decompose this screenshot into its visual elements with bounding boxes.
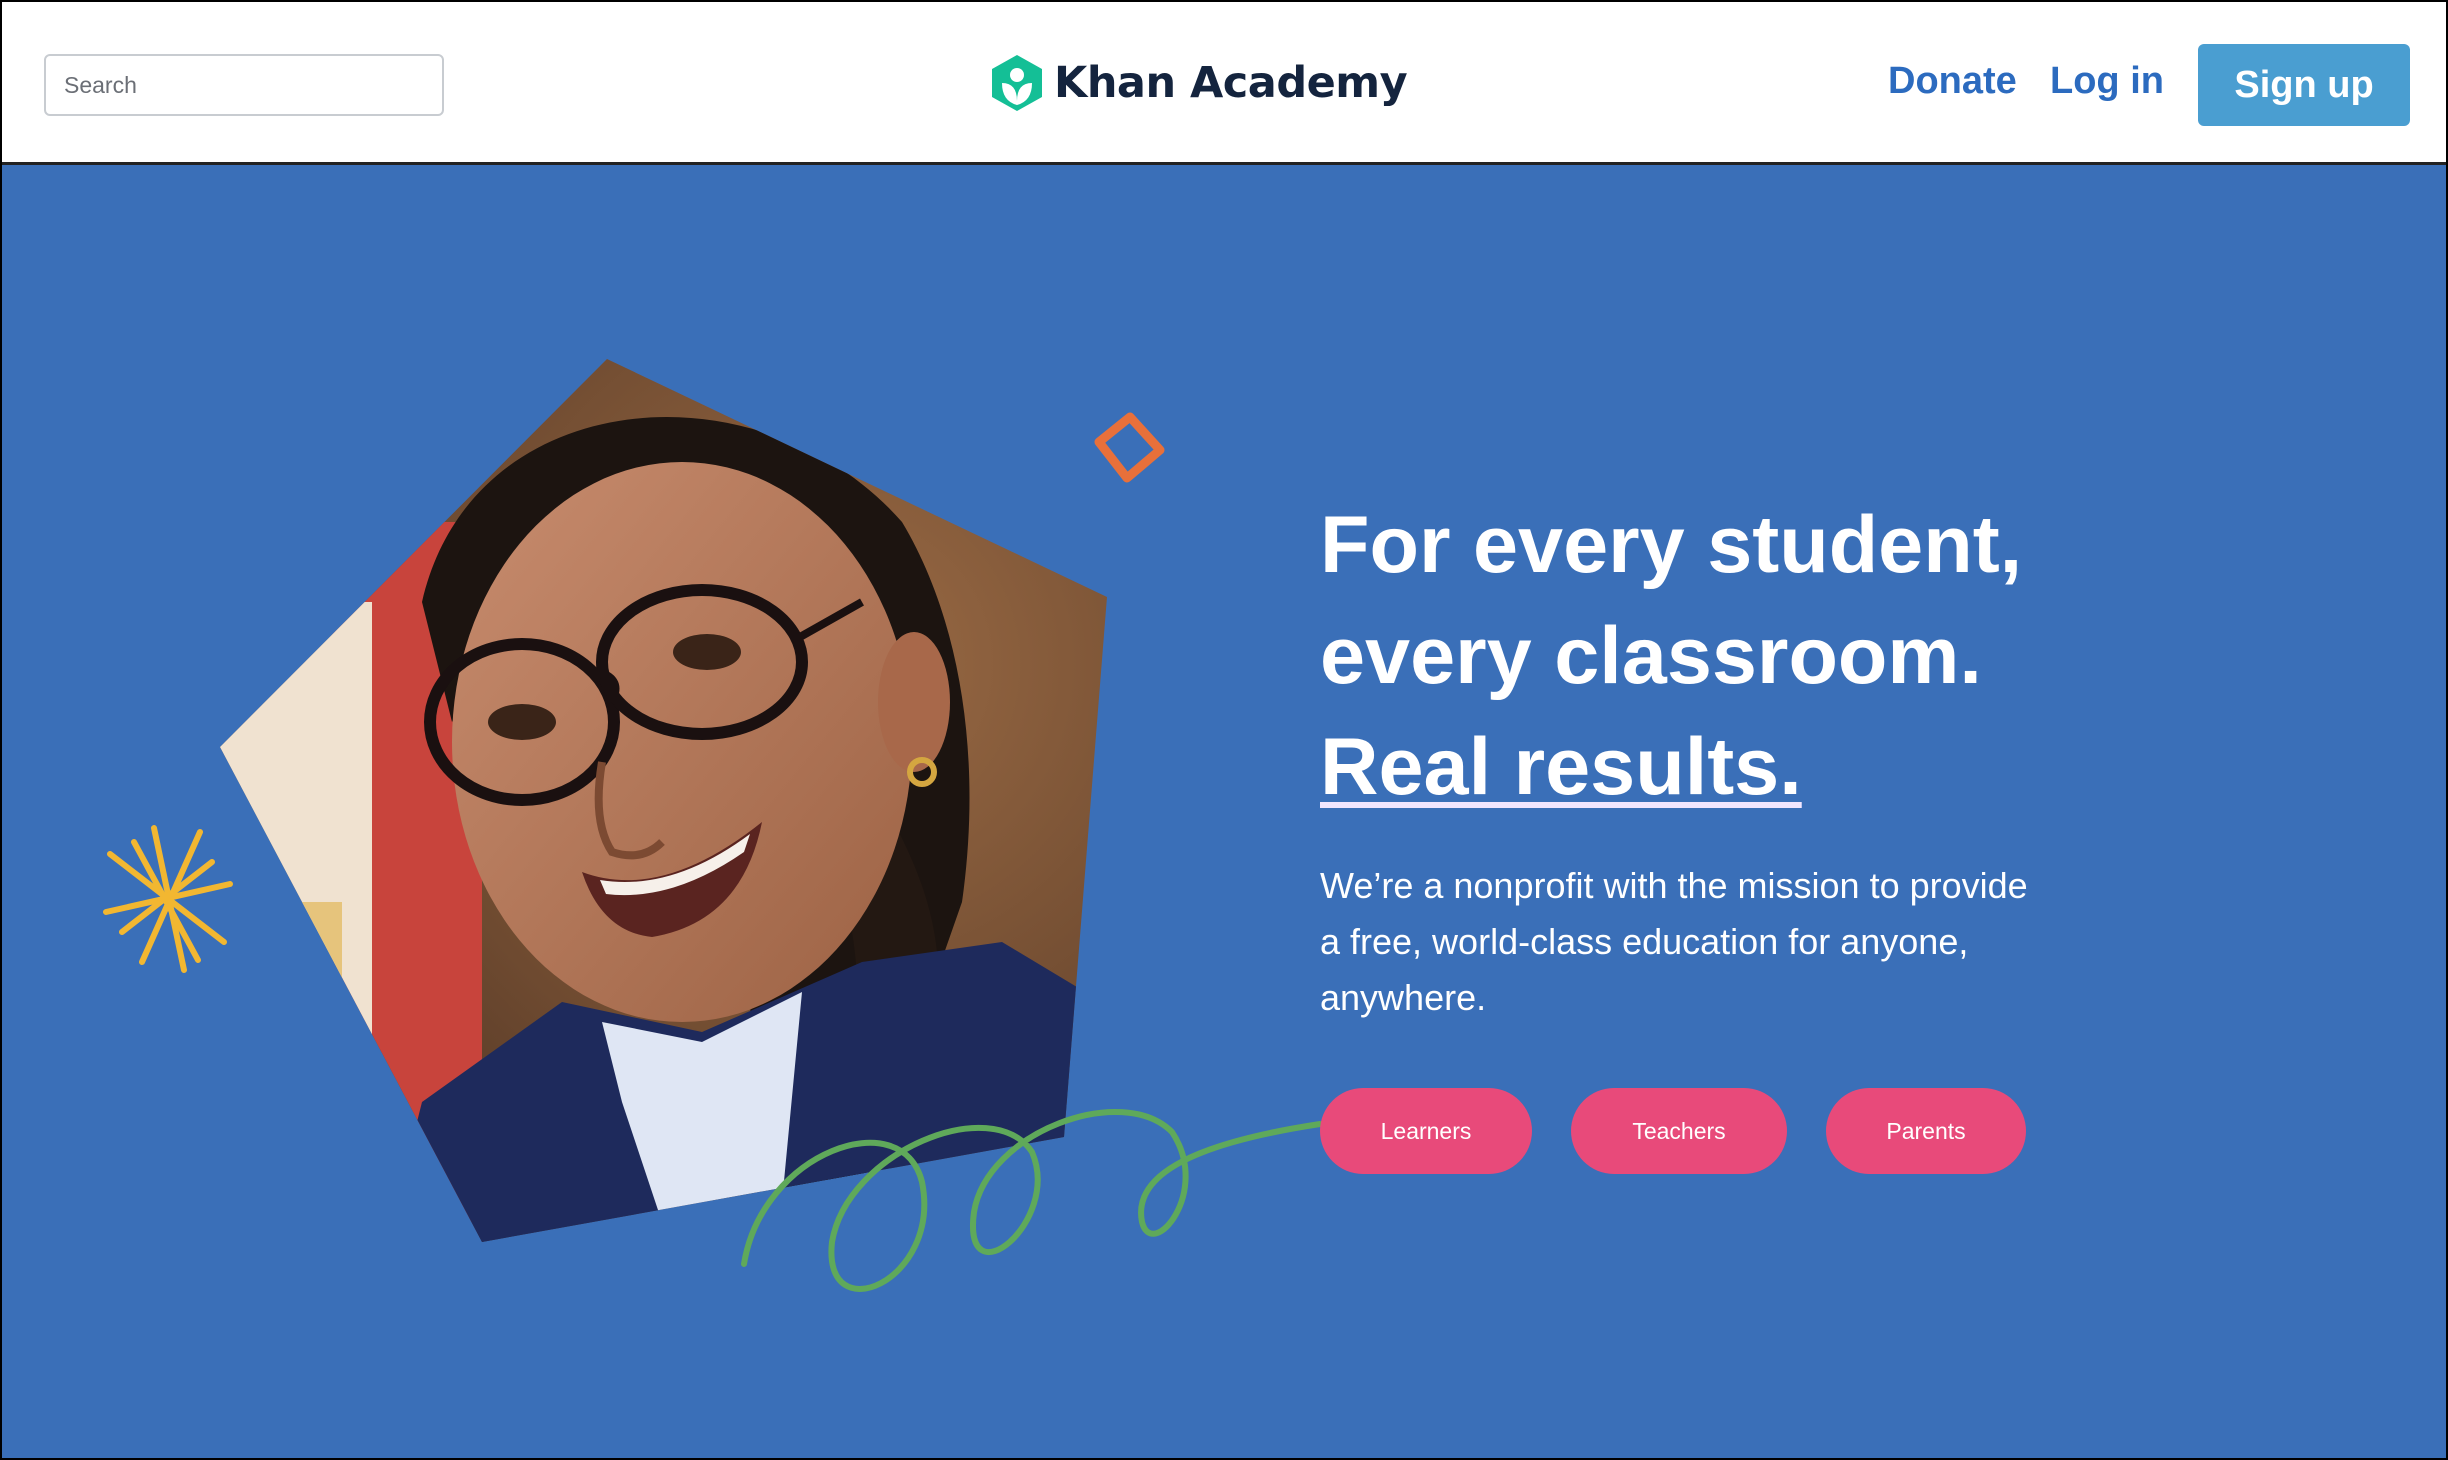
student-photo xyxy=(220,359,1107,1242)
page: Khan Academy Donate Log in Sign up For e… xyxy=(0,0,2448,1460)
mission-statement: We’re a nonprofit with the mission to pr… xyxy=(1320,865,2028,1018)
hero-headline: For every student, every classroom. Real… xyxy=(1320,490,2320,823)
yellow-star-doodle xyxy=(103,825,233,973)
khan-academy-logo-icon xyxy=(992,55,1042,111)
headline-line-1: For every student, xyxy=(1320,500,2023,590)
sign-up-button[interactable]: Sign up xyxy=(2198,44,2410,126)
login-link[interactable]: Log in xyxy=(2050,60,2164,103)
headline-line-2: every classroom. xyxy=(1320,611,1982,701)
top-header: Khan Academy Donate Log in Sign up xyxy=(2,2,2446,165)
teachers-button[interactable]: Teachers xyxy=(1571,1088,1787,1174)
orange-diamond-doodle xyxy=(1094,412,1165,483)
real-results-link[interactable]: Real results. xyxy=(1320,712,1802,823)
search-input[interactable] xyxy=(44,54,444,116)
donate-link[interactable]: Donate xyxy=(1888,60,2017,103)
khan-academy-logo[interactable]: Khan Academy xyxy=(990,50,1408,116)
parents-button[interactable]: Parents xyxy=(1826,1088,2026,1174)
logo-text: Khan Academy xyxy=(1054,58,1408,108)
learners-button[interactable]: Learners xyxy=(1320,1088,1532,1174)
